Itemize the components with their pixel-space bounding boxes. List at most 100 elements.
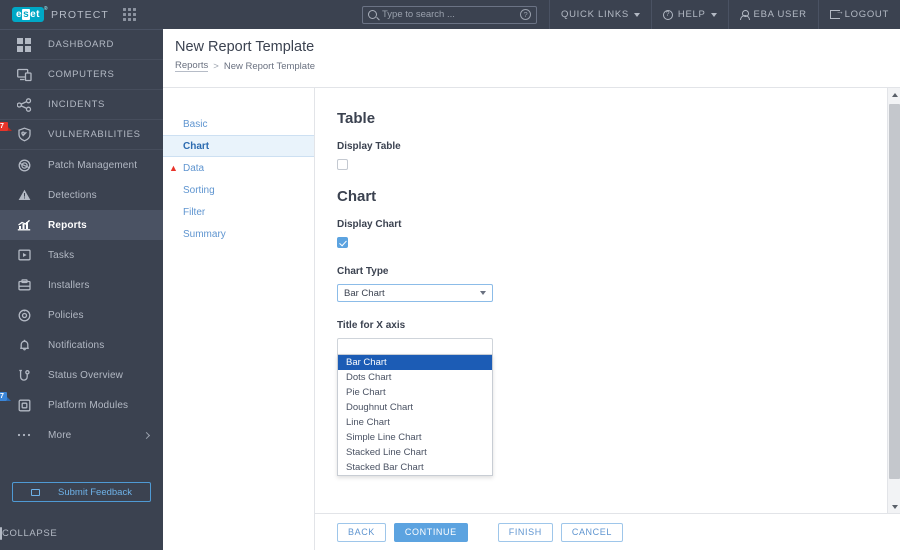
table-section-heading: Table [337, 110, 376, 127]
sidebar-item-tasks[interactable]: Tasks [0, 240, 163, 270]
chart-type-dropdown-list[interactable]: Bar Chart Dots Chart Pie Chart Doughnut … [337, 354, 493, 476]
chevron-down-icon [633, 12, 640, 17]
x-axis-title-label: Title for X axis [337, 320, 406, 331]
left-sidebar: DASHBOARD COMPUTERS INCIDENTS 7 VULNERAB… [0, 29, 163, 550]
top-right-actions: ? QUICK LINKS ? HELP EBA USER LOGOUT [362, 0, 900, 29]
grid-apps-icon[interactable] [122, 8, 136, 21]
sidebar-item-dashboard[interactable]: DASHBOARD [0, 30, 163, 60]
warning-triangle-icon: ▲ [169, 162, 178, 173]
sidebar-item-notifications[interactable]: Notifications [0, 330, 163, 360]
chart-type-value: Bar Chart [344, 287, 385, 299]
wizard-step-filter[interactable]: Filter [163, 201, 314, 223]
sidebar-item-label: Platform Modules [48, 399, 129, 411]
bell-icon [0, 339, 48, 352]
sidebar-item-installers[interactable]: Installers [0, 270, 163, 300]
sidebar-item-patch-management[interactable]: Patch Management [0, 150, 163, 180]
vulnerabilities-badge: 7 [0, 122, 11, 131]
sidebar-item-label: Tasks [48, 249, 75, 261]
sidebar-item-label: Detections [48, 189, 97, 201]
scroll-up-icon[interactable] [888, 88, 900, 101]
sidebar-item-detections[interactable]: Detections [0, 180, 163, 210]
wizard-step-label: Data [183, 162, 205, 174]
wizard-step-basic[interactable]: Basic [163, 113, 314, 135]
eset-logo-icon: e s et ® [12, 6, 48, 22]
sidebar-item-label: VULNERABILITIES [48, 129, 141, 140]
page-header: New Report Template Reports > New Report… [163, 29, 900, 88]
sidebar-item-vulnerabilities[interactable]: 7 VULNERABILITIES [0, 120, 163, 150]
sidebar-item-policies[interactable]: Policies [0, 300, 163, 330]
sidebar-item-computers[interactable]: COMPUTERS [0, 60, 163, 90]
wizard-step-label: Summary [183, 228, 226, 240]
policies-target-icon [0, 309, 48, 322]
help-circle-icon: ? [662, 9, 673, 20]
search-icon [368, 10, 378, 19]
finish-button[interactable]: FINISH [497, 522, 553, 542]
search-help-icon[interactable]: ? [520, 9, 532, 20]
wizard-step-summary[interactable]: Summary [163, 223, 314, 245]
dropdown-option-doughnut-chart[interactable]: Doughnut Chart [338, 400, 492, 415]
sidebar-item-label: INCIDENTS [48, 99, 106, 110]
dropdown-option-dots-chart[interactable]: Dots Chart [338, 370, 492, 385]
cancel-button[interactable]: CANCEL [560, 522, 623, 542]
logout-button[interactable]: LOGOUT [817, 0, 900, 29]
ellipsis-icon [0, 433, 48, 437]
user-menu[interactable]: EBA USER [727, 0, 818, 29]
collapse-sidebar-button[interactable]: COLLAPSE [0, 516, 163, 550]
trademark-icon: ® [43, 6, 49, 12]
user-label: EBA USER [753, 9, 807, 20]
dropdown-option-stacked-line-chart[interactable]: Stacked Line Chart [338, 445, 492, 460]
sidebar-item-label: Policies [48, 309, 84, 321]
wizard-steps-panel: Basic Chart ▲ Data Sorting Filter Summar… [163, 88, 315, 550]
brand-logo-area[interactable]: e s et ® PROTECT [0, 0, 163, 29]
global-search[interactable]: ? [362, 5, 538, 24]
breadcrumb-link-reports[interactable]: Reports [175, 60, 209, 72]
chart-type-label: Chart Type [337, 266, 389, 277]
submit-feedback-button[interactable]: Submit Feedback [12, 482, 151, 502]
dropdown-option-simple-line-chart[interactable]: Simple Line Chart [338, 430, 492, 445]
dashboard-grid-icon [0, 37, 48, 52]
status-overview-icon [0, 369, 48, 382]
sidebar-item-more[interactable]: More [0, 420, 163, 450]
help-menu[interactable]: ? HELP [650, 0, 728, 29]
wizard-step-chart[interactable]: Chart [163, 135, 314, 157]
back-button[interactable]: BACK [337, 522, 386, 542]
sidebar-item-label: Installers [48, 279, 90, 291]
computers-icon [0, 68, 48, 82]
scroll-down-icon[interactable] [888, 500, 900, 513]
sidebar-item-reports[interactable]: Reports [0, 210, 163, 240]
chart-type-select[interactable]: Bar Chart [337, 284, 493, 302]
scrollbar-thumb[interactable] [889, 104, 900, 479]
quick-links-menu[interactable]: QUICK LINKS [549, 0, 651, 29]
breadcrumb-separator-icon: > [213, 60, 219, 72]
continue-button[interactable]: CONTINUE [393, 522, 468, 542]
display-table-checkbox[interactable] [337, 159, 348, 170]
sidebar-item-status-overview[interactable]: Status Overview [0, 360, 163, 390]
breadcrumb-current: New Report Template [223, 60, 316, 72]
dropdown-option-pie-chart[interactable]: Pie Chart [338, 385, 492, 400]
reports-chart-icon [0, 219, 48, 231]
wizard-step-sorting[interactable]: Sorting [163, 179, 314, 201]
chevron-down-icon [480, 291, 486, 295]
dropdown-option-line-chart[interactable]: Line Chart [338, 415, 492, 430]
wizard-step-data[interactable]: ▲ Data [163, 157, 314, 179]
wizard-step-label: Filter [183, 206, 206, 218]
report-form: Table Display Table Chart Display Chart … [315, 88, 900, 476]
feedback-bubble-icon [31, 488, 41, 496]
display-chart-label: Display Chart [337, 219, 402, 230]
warning-triangle-icon [0, 189, 48, 201]
wizard-step-list: Basic Chart ▲ Data Sorting Filter Summar… [163, 88, 314, 245]
top-header-bar: eset ® PROTECT ? QUICK LINKS ? HELP [0, 0, 900, 29]
sidebar-item-label: Reports [48, 219, 87, 231]
dropdown-option-stacked-bar-chart[interactable]: Stacked Bar Chart [338, 460, 492, 475]
breadcrumb: Reports > New Report Template [175, 60, 900, 72]
eset-protect-window: eset ® PROTECT ? QUICK LINKS ? HELP [0, 0, 900, 550]
wizard-step-label: Basic [183, 118, 208, 130]
sidebar-item-incidents[interactable]: INCIDENTS [0, 90, 163, 120]
content-vertical-scrollbar[interactable] [887, 88, 900, 513]
main-content: Table Display Table Chart Display Chart … [315, 88, 900, 513]
search-input[interactable] [382, 6, 513, 23]
sidebar-item-platform-modules[interactable]: 7 Platform Modules [0, 390, 163, 420]
display-chart-checkbox[interactable] [337, 237, 348, 248]
chevron-right-icon [142, 431, 151, 439]
dropdown-option-bar-chart[interactable]: Bar Chart [338, 355, 492, 370]
